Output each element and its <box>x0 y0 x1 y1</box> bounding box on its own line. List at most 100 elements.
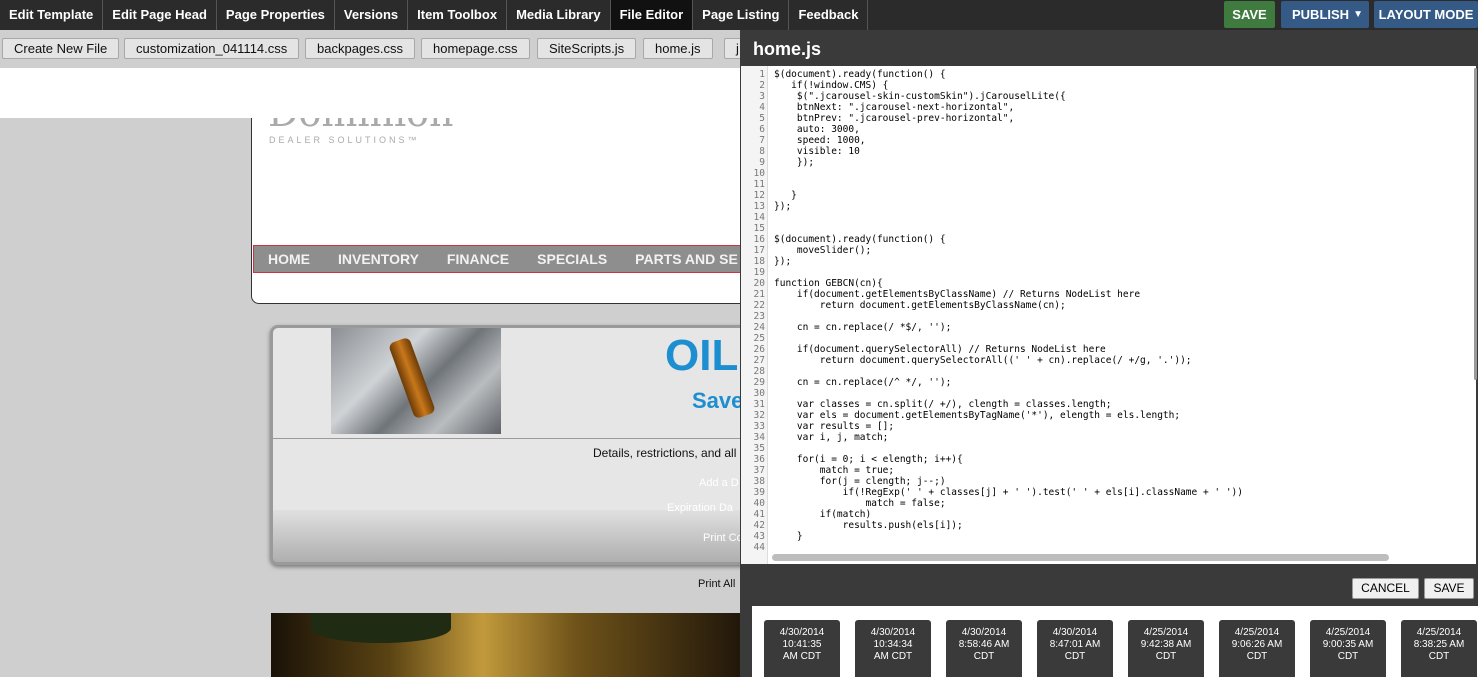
version-tz: CDT <box>1337 651 1359 662</box>
coupon-print-link[interactable]: Print Co <box>703 532 740 544</box>
code-line: results.push(els[i]); <box>774 520 963 531</box>
line-number: 23 <box>753 311 765 322</box>
coupon-subtitle: Save <box>692 388 740 413</box>
coupon-expiration: Expiration Da <box>667 502 734 514</box>
editor-filename: home.js <box>753 39 822 59</box>
cancel-button[interactable]: CANCEL <box>1352 578 1419 599</box>
tab-versions[interactable]: Versions <box>335 0 409 30</box>
tab-file-editor[interactable]: File Editor <box>610 0 694 30</box>
line-number: 38 <box>753 476 765 487</box>
save-button[interactable]: SAVE <box>1224 1 1275 28</box>
version-card[interactable]: 4/25/2014 9:06:26 AM CDT <box>1219 620 1295 677</box>
site-header: Dominion DEALER SOLUTIONS™ HOME INVENTOR… <box>251 118 740 304</box>
line-number: 18 <box>753 256 765 267</box>
version-time: 9:00:35 AM <box>1322 639 1374 650</box>
preview-top-strip <box>0 68 740 118</box>
code-line: }); <box>774 201 792 212</box>
code-line: $(".jcarousel-skin-customSkin").jCarouse… <box>774 91 1066 102</box>
publish-button[interactable]: PUBLISH ▼ <box>1281 1 1369 28</box>
line-number: 11 <box>753 179 765 190</box>
code-line: } <box>774 190 797 201</box>
site-preview: Dominion DEALER SOLUTIONS™ HOME INVENTOR… <box>0 118 740 677</box>
version-time: 8:38:25 AM <box>1413 639 1465 650</box>
coupon-details: Details, restrictions, and all <box>593 446 737 460</box>
file-tab-backpages-css[interactable]: backpages.css <box>305 38 415 59</box>
site-logo: Dominion <box>268 118 454 135</box>
create-new-file-button[interactable]: Create New File <box>2 38 120 59</box>
version-date: 4/25/2014 <box>1416 627 1462 638</box>
file-tab-customization-css[interactable]: customization_041114.css <box>124 38 300 59</box>
code-line: btnNext: ".jcarousel-next-horizontal", <box>774 102 1015 113</box>
version-card[interactable]: 4/30/2014 8:58:46 AM CDT <box>946 620 1022 677</box>
dealership-photo <box>271 613 740 677</box>
nav-item-inventory[interactable]: INVENTORY <box>324 246 433 272</box>
line-number: 32 <box>753 410 765 421</box>
coupon-divider <box>273 438 740 439</box>
line-number: 14 <box>753 212 765 223</box>
code-line: var results = []; <box>774 421 895 432</box>
print-all-link[interactable]: Print All <box>698 578 735 590</box>
code-line: cn = cn.replace(/ *$/, ''); <box>774 322 952 333</box>
tab-item-toolbox[interactable]: Item Toolbox <box>408 0 508 30</box>
nav-item-parts[interactable]: PARTS AND SE <box>621 246 740 272</box>
code-editor[interactable]: 1 2 3 4 5 6 7 8 9 10 11 12 13 14 15 16 17 18 19 20 21 22 23 24 2… <box>741 66 1476 564</box>
line-number: 4 <box>759 102 765 113</box>
chevron-down-icon[interactable]: ▼ <box>1353 1 1363 28</box>
version-tz: CDT <box>973 651 995 662</box>
line-number: 34 <box>753 432 765 443</box>
coupon-add-link[interactable]: Add a D <box>699 477 739 489</box>
line-number: 33 <box>753 421 765 432</box>
tab-page-properties[interactable]: Page Properties <box>217 0 335 30</box>
tab-media-library[interactable]: Media Library <box>507 0 611 30</box>
line-number: 5 <box>759 113 765 124</box>
oil-image <box>331 328 501 434</box>
line-number: 35 <box>753 443 765 454</box>
line-number: 28 <box>753 366 765 377</box>
version-card[interactable]: 4/25/2014 9:00:35 AM CDT <box>1310 620 1386 677</box>
code-line: if(document.querySelectorAll) // Returns… <box>774 344 1106 355</box>
publish-label: PUBLISH <box>1292 7 1350 22</box>
horizontal-scrollbar[interactable] <box>772 554 1389 561</box>
line-number: 19 <box>753 267 765 278</box>
line-number: 24 <box>753 322 765 333</box>
nav-item-finance[interactable]: FINANCE <box>433 246 523 272</box>
layout-mode-button[interactable]: LAYOUT MODE <box>1374 1 1478 28</box>
code-line: visible: 10 <box>774 146 860 157</box>
file-tab-sitescripts-js[interactable]: SiteScripts.js <box>537 38 637 59</box>
code-line: }); <box>774 256 792 267</box>
version-card[interactable]: 4/25/2014 8:38:25 AM CDT <box>1401 620 1477 677</box>
version-card[interactable]: 4/30/2014 10:41:35 AM CDT <box>764 620 840 677</box>
oil-coupon: OIL Save Details, restrictions, and all … <box>270 325 740 565</box>
line-number: 7 <box>759 135 765 146</box>
file-tab-homepage-css[interactable]: homepage.css <box>421 38 530 59</box>
tab-edit-page-head[interactable]: Edit Page Head <box>103 0 217 30</box>
version-time: 9:42:38 AM <box>1140 639 1192 650</box>
file-tab-truncated[interactable]: j <box>724 38 740 59</box>
code-line: speed: 1000, <box>774 135 866 146</box>
version-card[interactable]: 4/30/2014 10:34:34 AM CDT <box>855 620 931 677</box>
vertical-scrollbar[interactable] <box>1474 68 1477 380</box>
line-number: 26 <box>753 344 765 355</box>
editor-save-button[interactable]: SAVE <box>1424 578 1474 599</box>
line-number: 22 <box>753 300 765 311</box>
code-line: match = true; <box>774 465 895 476</box>
code-line: var classes = cn.split(/ +/), clength = … <box>774 399 1112 410</box>
oil-pour-graphic <box>387 336 437 420</box>
version-time: 10:34:34 <box>873 639 913 650</box>
tab-feedback[interactable]: Feedback <box>789 0 869 30</box>
tab-page-listing[interactable]: Page Listing <box>693 0 790 30</box>
code-line: if(document.getElementsByClassName) // R… <box>774 289 1141 300</box>
code-line: var i, j, match; <box>774 432 889 443</box>
version-card[interactable]: 4/25/2014 9:42:38 AM CDT <box>1128 620 1204 677</box>
line-number: 30 <box>753 388 765 399</box>
tab-edit-template[interactable]: Edit Template <box>0 0 104 30</box>
line-number: 43 <box>753 531 765 542</box>
coupon-footer <box>273 510 740 562</box>
version-history: 4/30/2014 10:41:35 AM CDT 4/30/2014 10:34:34… <box>752 606 1478 677</box>
version-card[interactable]: 4/30/2014 8:47:01 AM CDT <box>1037 620 1113 677</box>
version-time: 8:58:46 AM <box>958 639 1010 650</box>
nav-item-specials[interactable]: SPECIALS <box>523 246 621 272</box>
nav-item-home[interactable]: HOME <box>254 246 324 272</box>
file-tab-home-js[interactable]: home.js <box>643 38 713 59</box>
line-number: 17 <box>753 245 765 256</box>
